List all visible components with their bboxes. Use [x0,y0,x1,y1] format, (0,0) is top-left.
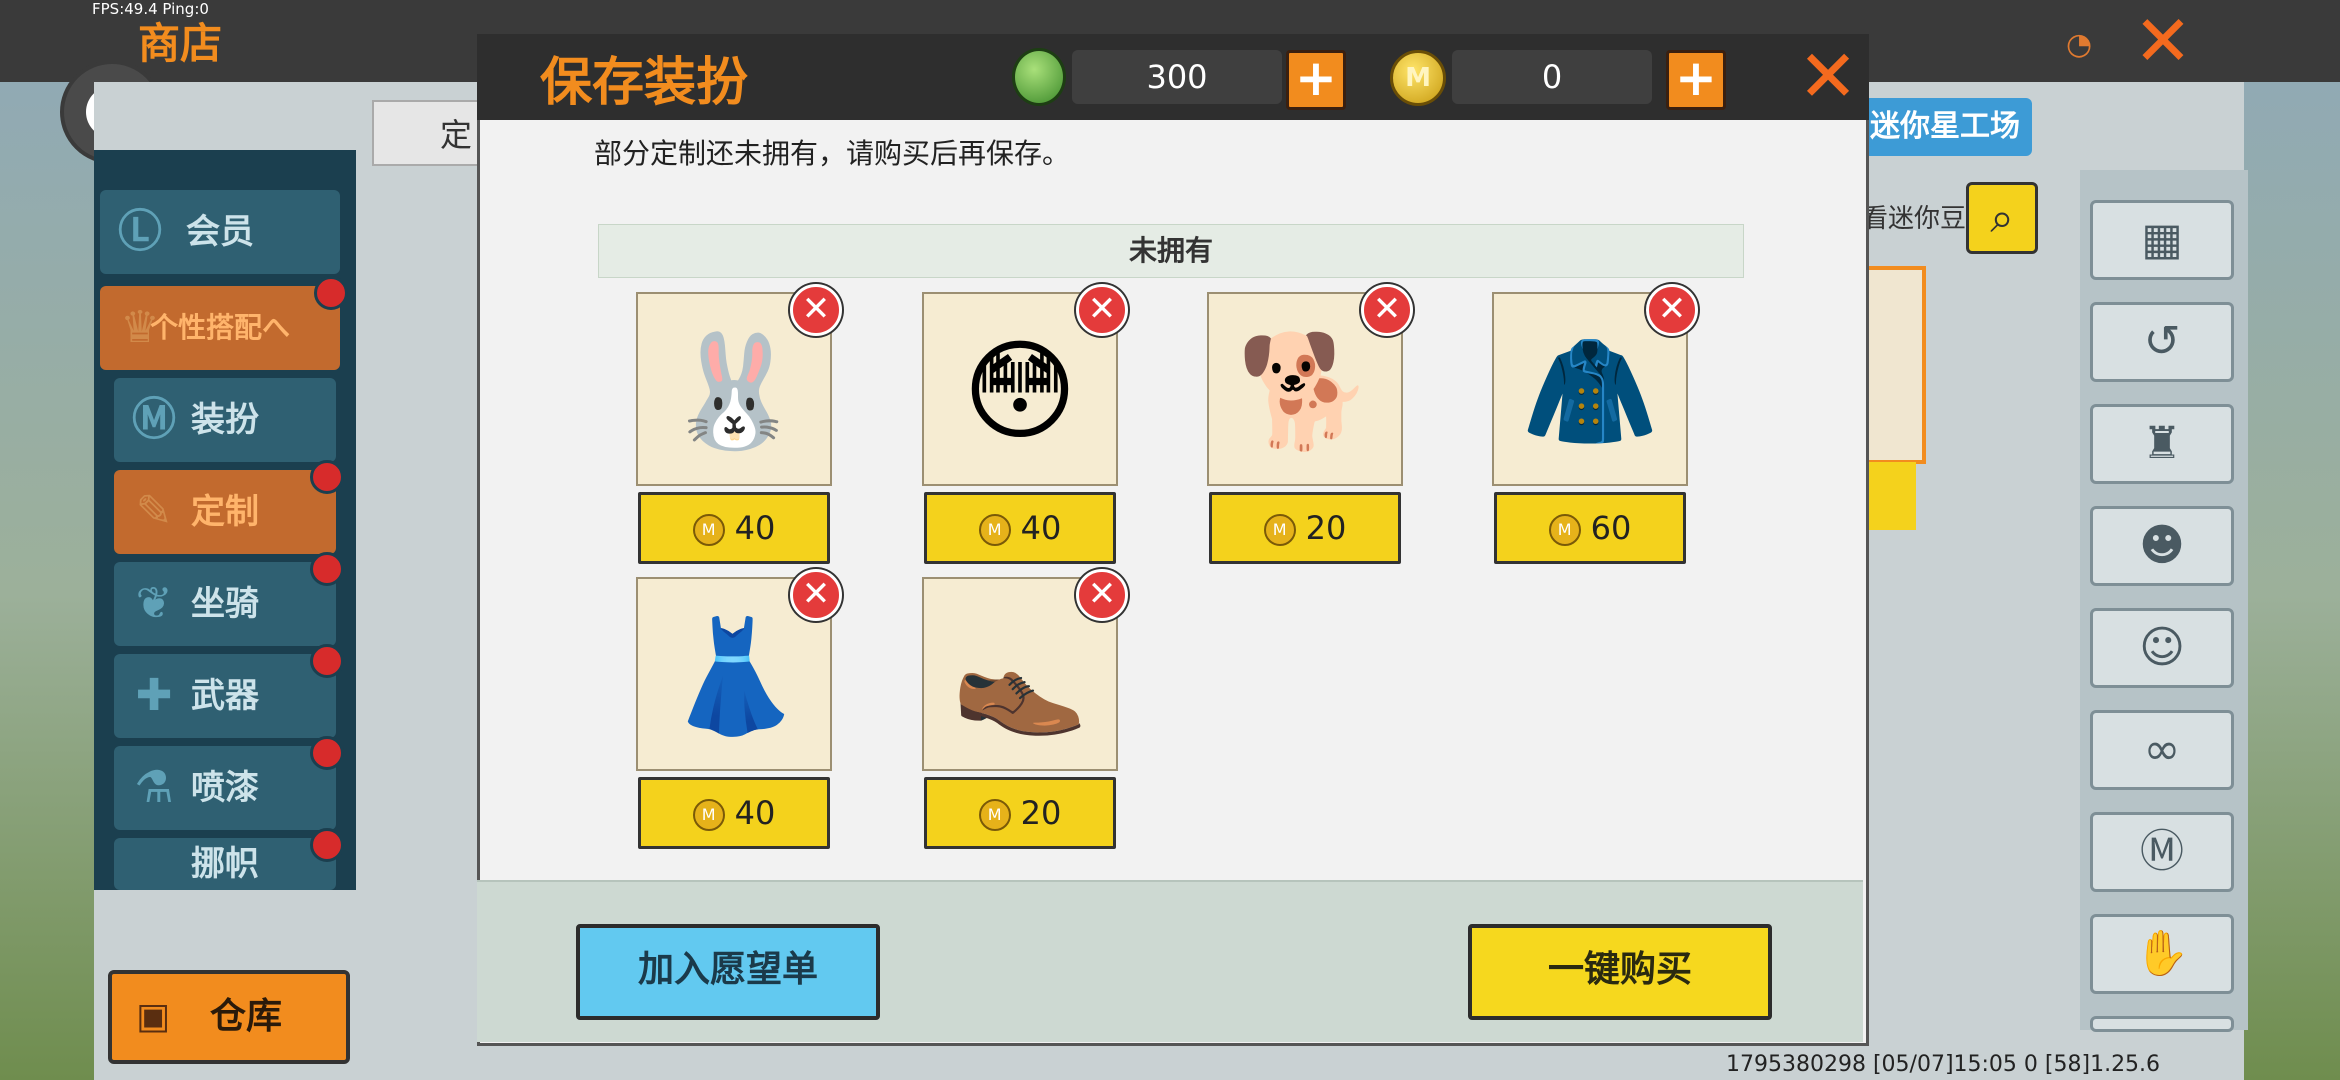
sidebar-item-label: 武器 [191,676,259,716]
notification-badge [310,828,344,862]
section-not-owned: 未拥有 [598,224,1744,278]
preview-card [1864,266,1926,464]
item-card-bunny-hair[interactable]: 🐰 ✕ M 40 [636,284,842,566]
workshop-button[interactable]: 迷你星工场 [1858,98,2032,156]
sidebar-item-custom[interactable]: ✎ 定制 [114,460,344,554]
sidebar-item-label: 挪帜 [191,844,259,884]
paw-icon: ❦ [135,578,173,629]
notification-badge [314,276,348,310]
coin-icon: M [1263,514,1296,546]
storage-button[interactable]: ▣ 仓库 [108,970,350,1064]
tab-custom[interactable]: 定 [372,100,492,166]
signal-icon: ◔ [2066,27,2093,62]
member-icon: Ⓛ [118,206,162,257]
sidebar-item-label: 定制 [191,492,259,532]
price-button[interactable]: M 40 [924,492,1116,564]
price-value: 40 [1020,509,1062,547]
sidebar-item-flag[interactable]: 挪帜 [114,828,344,890]
hair-icon[interactable]: ☻ [2090,506,2234,586]
shop-title: 商店 [138,19,223,68]
item-card-shoes[interactable]: 👞 ✕ M 20 [922,569,1128,851]
hand-icon[interactable]: ✋ [2090,914,2234,994]
shop-sidebar: Ⓛ 会员 ♛ 个性搭配へ Ⓜ 装扮 ✎ 定制 ❦ 坐骑 ✚ 武器 ⚗ 喷漆 挪帜 [94,150,356,890]
price-value: 40 [734,794,776,832]
pencil-icon: ✎ [135,486,173,537]
buy-all-button[interactable]: 一键购买 [1468,924,1772,1020]
gem-icon [1012,48,1066,106]
coin-icon: M [1390,50,1446,106]
dialog-notice: 部分定制还未拥有，请购买后再保存。 [594,137,1071,170]
price-button[interactable]: M 20 [1209,492,1401,564]
sidebar-item-mount[interactable]: ❦ 坐骑 [114,552,344,646]
notification-badge [310,552,344,586]
sidebar-item-label: 个性搭配へ [149,311,290,344]
trophy-icon: ♛ [120,302,160,353]
coin-icon: M [1548,514,1581,546]
storage-label: 仓库 [210,996,283,1037]
sidebar-item-label: 喷漆 [191,768,259,808]
chest-icon: ▣ [136,996,171,1037]
tool-column: ▦ ↺ ♜ ☻ ☺ ∞ Ⓜ ✋ [2080,170,2248,1032]
item-card-skirt[interactable]: 👗 ✕ M 40 [636,569,842,851]
coin-icon: M [978,514,1011,546]
item-card-dog-mask[interactable]: 🐕 ✕ M 20 [1207,284,1413,566]
sidebar-item-label: 坐骑 [191,584,259,624]
shirt-icon: Ⓜ [132,394,176,445]
sidebar-item-member[interactable]: Ⓛ 会员 [100,190,340,274]
sidebar-item-spray[interactable]: ⚗ 喷漆 [114,736,344,830]
build-info: 1795380298 [05/07]15:05 0 [58]1.25.6 [1726,1052,2161,1077]
search-icon[interactable]: ⌕ [1966,182,2038,254]
sidebar-item-label: 会员 [186,212,254,252]
dialog-close-icon[interactable]: ✕ [1790,38,1866,114]
sidebar-item-weapon[interactable]: ✚ 武器 [114,644,344,738]
price-value: 20 [1020,794,1062,832]
dialog-title: 保存装扮 [540,53,749,113]
coin-icon: M [692,514,725,546]
grid-icon[interactable]: ▦ [2090,200,2234,280]
price-value: 40 [734,509,776,547]
sidebar-item-personal[interactable]: ♛ 个性搭配へ [100,276,348,370]
shop-close-icon[interactable]: ✕ [2128,6,2198,76]
item-card-jacket[interactable]: 🧥 ✕ M 60 [1492,284,1698,566]
mask-icon[interactable]: ∞ [2090,710,2234,790]
price-button[interactable]: M 20 [924,777,1116,849]
preview-price [1864,462,1916,530]
notification-badge [310,736,344,770]
coin-icon: M [978,799,1011,831]
spray-can-icon: ⚗ [134,762,174,813]
coin-icon: M [692,799,725,831]
face-icon[interactable]: ☺ [2090,608,2234,688]
more-icon[interactable] [2090,1016,2234,1032]
add-coin-button[interactable]: + [1666,50,1726,110]
outfit-icon[interactable]: ♜ [2090,404,2234,484]
add-to-wishlist-button[interactable]: 加入愿望单 [576,924,880,1020]
remove-icon[interactable]: ✕ [1646,284,1698,336]
remove-icon[interactable]: ✕ [1076,569,1128,621]
price-button[interactable]: M 60 [1494,492,1686,564]
search-hint: 看迷你豆 [1862,204,1967,234]
shirt-m-icon[interactable]: Ⓜ [2090,812,2234,892]
gem-balance: 300 [1072,50,1282,104]
gun-icon: ✚ [135,670,173,721]
price-value: 20 [1305,509,1347,547]
remove-icon[interactable]: ✕ [790,569,842,621]
remove-icon[interactable]: ✕ [1361,284,1413,336]
add-gem-button[interactable]: + [1286,50,1346,110]
notification-badge [310,460,344,494]
remove-icon[interactable]: ✕ [1076,284,1128,336]
sidebar-item-label: 装扮 [191,400,259,440]
coin-balance: 0 [1452,50,1652,104]
item-card-face[interactable]: 😳 ✕ M 40 [922,284,1128,566]
sidebar-item-outfit[interactable]: Ⓜ 装扮 [114,378,336,462]
price-button[interactable]: M 40 [638,777,830,849]
price-value: 60 [1590,509,1632,547]
notification-badge [310,644,344,678]
history-icon[interactable]: ↺ [2090,302,2234,382]
remove-icon[interactable]: ✕ [790,284,842,336]
price-button[interactable]: M 40 [638,492,830,564]
